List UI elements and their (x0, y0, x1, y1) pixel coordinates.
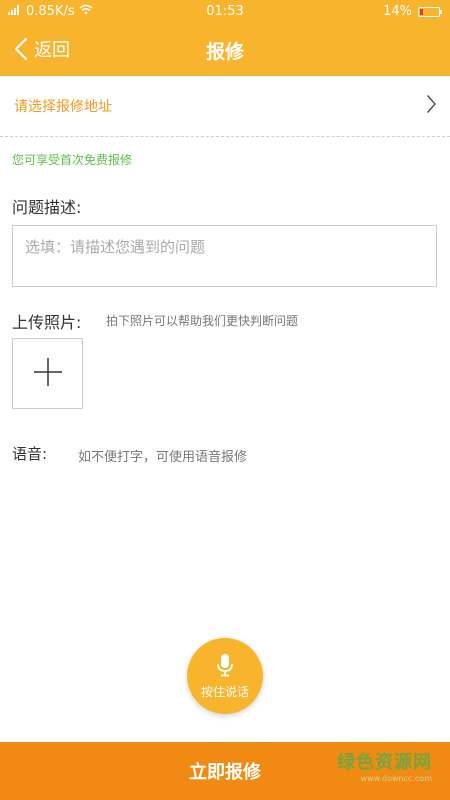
battery-icon (418, 6, 442, 17)
description-input[interactable] (12, 225, 437, 287)
hold-to-talk-label: 按住说话 (200, 684, 249, 699)
app-header: 返回 报修 (0, 24, 450, 76)
dashed-divider (0, 136, 450, 137)
plus-icon (33, 357, 63, 391)
description-label: 问题描述: (12, 198, 82, 217)
photos-label: 上传照片: (12, 313, 82, 332)
address-selector[interactable]: 请选择报修地址 (0, 76, 450, 136)
free-repair-notice: 您可享受首次免费报修 (12, 153, 133, 167)
voice-label: 语音: (12, 445, 48, 463)
back-button[interactable]: 返回 (14, 36, 70, 62)
battery-percent: 14% (383, 4, 412, 19)
photos-hint: 拍下照片可以帮助我们更快判断问题 (106, 314, 299, 328)
back-label: 返回 (34, 40, 70, 61)
watermark-url: www.downcc.com (360, 774, 432, 783)
watermark: 绿色资源网 www.downcc.com (337, 748, 432, 783)
address-label: 请选择报修地址 (14, 99, 112, 115)
add-photo-button[interactable] (12, 338, 83, 409)
watermark-title: 绿色资源网 (337, 752, 432, 773)
status-right: 14% (383, 4, 442, 19)
voice-hint: 如不便打字，可使用语音报修 (78, 450, 248, 465)
chevron-left-icon (14, 37, 28, 61)
submit-label: 立即报修 (189, 762, 261, 783)
hold-to-talk-button[interactable]: 按住说话 (187, 638, 263, 714)
microphone-icon (216, 653, 234, 680)
chevron-right-icon (426, 94, 436, 118)
status-bar: 0.85K/s 01:53 14% (0, 0, 450, 24)
